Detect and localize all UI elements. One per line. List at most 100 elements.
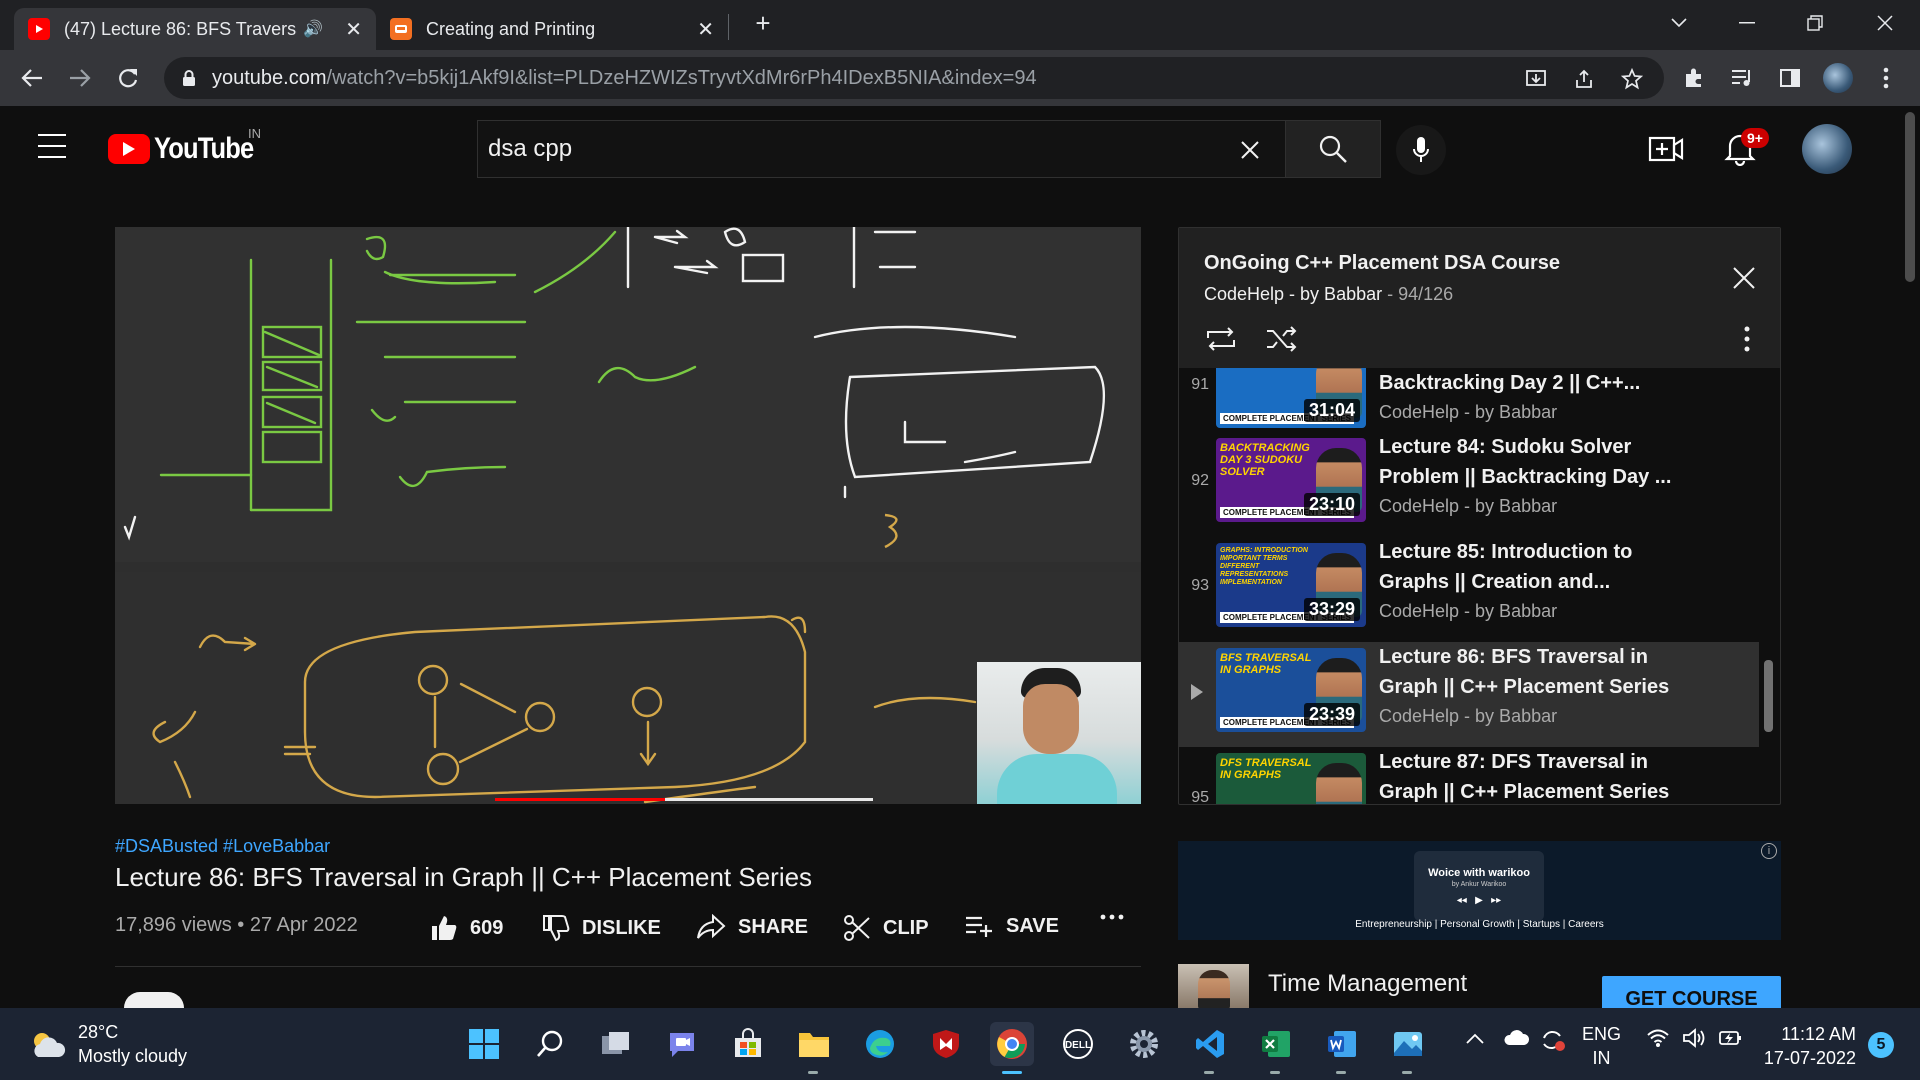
profile-avatar-icon[interactable] bbox=[1822, 62, 1854, 94]
playlist-panel: OnGoing C++ Placement DSA Course CodeHel… bbox=[1178, 227, 1781, 805]
playlist-item[interactable]: 95 DFS TRAVERSAL IN GRAPHS Lecture 87: D… bbox=[1179, 747, 1759, 804]
weather-widget[interactable]: 28°C Mostly cloudy bbox=[28, 1020, 187, 1068]
sync-error-icon[interactable] bbox=[1540, 1028, 1566, 1057]
volume-icon[interactable] bbox=[1682, 1028, 1706, 1053]
word-icon[interactable] bbox=[1320, 1022, 1364, 1074]
input-language[interactable]: ENG IN bbox=[1582, 1022, 1621, 1070]
playlist-item-thumbnail[interactable]: DFS TRAVERSAL IN GRAPHS bbox=[1216, 753, 1366, 804]
extensions-puzzle-icon[interactable] bbox=[1678, 62, 1710, 94]
side-panel-icon[interactable] bbox=[1774, 62, 1806, 94]
media-controls-icon[interactable] bbox=[1726, 62, 1758, 94]
chrome-menu-icon[interactable] bbox=[1870, 62, 1902, 94]
video-progress-bar[interactable] bbox=[495, 798, 873, 801]
loop-playlist-icon[interactable] bbox=[1204, 324, 1238, 354]
playlist-item-current[interactable]: BFS TRAVERSAL IN GRAPHS COMPLETE PLACEME… bbox=[1179, 642, 1759, 747]
clock-time: 11:12 AM bbox=[1781, 1024, 1856, 1044]
wifi-icon[interactable] bbox=[1646, 1028, 1670, 1053]
account-avatar[interactable] bbox=[1802, 124, 1852, 174]
playlist-item-thumbnail[interactable]: COMPLETE PLACEMENT SERIES 31:04 bbox=[1216, 368, 1366, 428]
onedrive-cloud-icon[interactable] bbox=[1504, 1028, 1530, 1051]
bookmark-star-icon[interactable] bbox=[1620, 67, 1644, 91]
photos-app-icon[interactable] bbox=[1386, 1022, 1430, 1074]
chrome-browser-icon[interactable] bbox=[990, 1022, 1034, 1074]
playlist-item-thumbnail[interactable]: BFS TRAVERSAL IN GRAPHS COMPLETE PLACEME… bbox=[1216, 648, 1366, 732]
speaker-icon[interactable]: 🔊 bbox=[303, 19, 323, 39]
shuffle-icon[interactable] bbox=[1265, 324, 1299, 354]
clear-search-icon[interactable] bbox=[1237, 137, 1263, 163]
whiteboard-top bbox=[115, 227, 1141, 562]
new-tab-button[interactable]: + bbox=[738, 8, 788, 38]
thumbnail-tag-text: BFS TRAVERSAL IN GRAPHS bbox=[1220, 652, 1312, 676]
close-window-button[interactable] bbox=[1860, 8, 1910, 38]
share-page-icon[interactable] bbox=[1572, 67, 1596, 91]
playlist-channel[interactable]: CodeHelp - by Babbar bbox=[1204, 284, 1382, 304]
dell-app-icon[interactable]: DELL bbox=[1056, 1022, 1100, 1066]
get-course-button[interactable]: GET COURSE bbox=[1602, 976, 1781, 1010]
playlist-title[interactable]: OnGoing C++ Placement DSA Course bbox=[1204, 252, 1560, 275]
tab-creating-and-printing[interactable]: Creating and Printing ✕ bbox=[376, 8, 728, 50]
page-scrollbar[interactable] bbox=[1900, 106, 1920, 1008]
playlist-item-thumbnail[interactable]: BACKTRACKING DAY 3 SUDOKU SOLVER COMPLET… bbox=[1216, 438, 1366, 522]
show-hidden-icons[interactable] bbox=[1466, 1028, 1484, 1049]
forward-button[interactable] bbox=[64, 62, 96, 94]
close-playlist-icon[interactable] bbox=[1732, 266, 1756, 290]
browser-tab-strip: (47) Lecture 86: BFS Traversal 🔊 ✕ Creat… bbox=[0, 0, 1920, 50]
playlist-scrollbar[interactable] bbox=[1764, 660, 1773, 732]
tab-search-chevron-icon[interactable] bbox=[1654, 8, 1704, 38]
vscode-icon[interactable] bbox=[1188, 1022, 1232, 1074]
more-actions-button[interactable] bbox=[1100, 914, 1136, 920]
create-video-icon[interactable] bbox=[1648, 132, 1684, 166]
video-hashtags[interactable]: #DSABusted #LoveBabbar bbox=[115, 836, 330, 857]
ad-banner[interactable]: Woice with warikoo by Ankur Warikoo ◂◂ ▶… bbox=[1178, 841, 1781, 940]
close-tab-icon[interactable]: ✕ bbox=[697, 17, 714, 42]
ad-info-icon[interactable]: i bbox=[1761, 843, 1777, 859]
excel-icon[interactable] bbox=[1254, 1022, 1298, 1074]
chalk-drawing-top bbox=[123, 227, 1106, 549]
recommendation-thumbnail[interactable] bbox=[1178, 964, 1249, 1008]
video-player[interactable] bbox=[115, 227, 1141, 804]
address-bar[interactable]: youtube.com/watch?v=b5kij1Akf9I&list=PLD… bbox=[164, 57, 1664, 99]
playlist-item-channel: CodeHelp - by Babbar bbox=[1379, 402, 1558, 422]
search-button[interactable] bbox=[1285, 120, 1381, 178]
restore-button[interactable] bbox=[1790, 8, 1840, 38]
channel-avatar[interactable] bbox=[124, 992, 184, 1008]
facecam-face bbox=[1023, 684, 1079, 754]
playlist-item-thumbnail[interactable]: GRAPHS: INTRODUCTION IMPORTANT TERMS DIF… bbox=[1216, 543, 1366, 627]
reload-button[interactable] bbox=[112, 62, 144, 94]
start-menu-windows-icon[interactable] bbox=[462, 1022, 506, 1066]
share-button[interactable]: SHARE bbox=[696, 914, 808, 940]
notification-count-badge[interactable]: 5 bbox=[1868, 1032, 1894, 1058]
settings-gear-icon[interactable] bbox=[1122, 1022, 1166, 1066]
system-clock[interactable]: 11:12 AM 17-07-2022 bbox=[1760, 1022, 1856, 1070]
url-text[interactable]: youtube.com/watch?v=b5kij1Akf9I&list=PLD… bbox=[212, 67, 1037, 90]
task-view-icon[interactable] bbox=[594, 1022, 638, 1066]
search-taskbar-icon[interactable] bbox=[528, 1022, 572, 1066]
playlist-item[interactable]: 93 GRAPHS: INTRODUCTION IMPORTANT TERMS … bbox=[1179, 537, 1759, 642]
edge-browser-icon[interactable] bbox=[858, 1022, 902, 1066]
install-app-icon[interactable] bbox=[1524, 67, 1548, 91]
back-button[interactable] bbox=[16, 62, 48, 94]
minimize-button[interactable] bbox=[1722, 8, 1772, 38]
dislike-button[interactable]: DISLIKE bbox=[542, 914, 661, 942]
playlist-item[interactable]: 92 BACKTRACKING DAY 3 SUDOKU SOLVER COMP… bbox=[1179, 432, 1759, 537]
temperature: 28°C bbox=[78, 1022, 119, 1042]
teams-chat-icon[interactable] bbox=[660, 1022, 704, 1066]
recommendation-title[interactable]: Time Management bbox=[1268, 970, 1467, 998]
like-button[interactable]: 609 bbox=[430, 914, 503, 942]
search-input[interactable] bbox=[478, 135, 1178, 163]
clip-button[interactable]: CLIP bbox=[843, 914, 929, 942]
youtube-logo[interactable]: YouTube IN bbox=[108, 126, 271, 166]
voice-search-button[interactable] bbox=[1396, 125, 1446, 175]
close-tab-icon[interactable]: ✕ bbox=[345, 17, 362, 42]
hamburger-menu-icon[interactable] bbox=[38, 134, 66, 158]
playlist-item[interactable]: 91 COMPLETE PLACEMENT SERIES 31:04 Backt… bbox=[1179, 368, 1759, 441]
lock-icon[interactable] bbox=[180, 69, 198, 87]
save-button[interactable]: SAVE bbox=[964, 914, 1059, 938]
playlist-more-icon[interactable] bbox=[1742, 324, 1752, 354]
page-scrollbar-thumb[interactable] bbox=[1905, 112, 1915, 282]
battery-charging-icon[interactable] bbox=[1718, 1028, 1744, 1053]
mcafee-shield-icon[interactable] bbox=[924, 1022, 968, 1066]
tab-youtube[interactable]: (47) Lecture 86: BFS Traversal 🔊 ✕ bbox=[14, 8, 376, 50]
file-explorer-icon[interactable] bbox=[792, 1022, 836, 1074]
microsoft-store-icon[interactable] bbox=[726, 1022, 770, 1066]
